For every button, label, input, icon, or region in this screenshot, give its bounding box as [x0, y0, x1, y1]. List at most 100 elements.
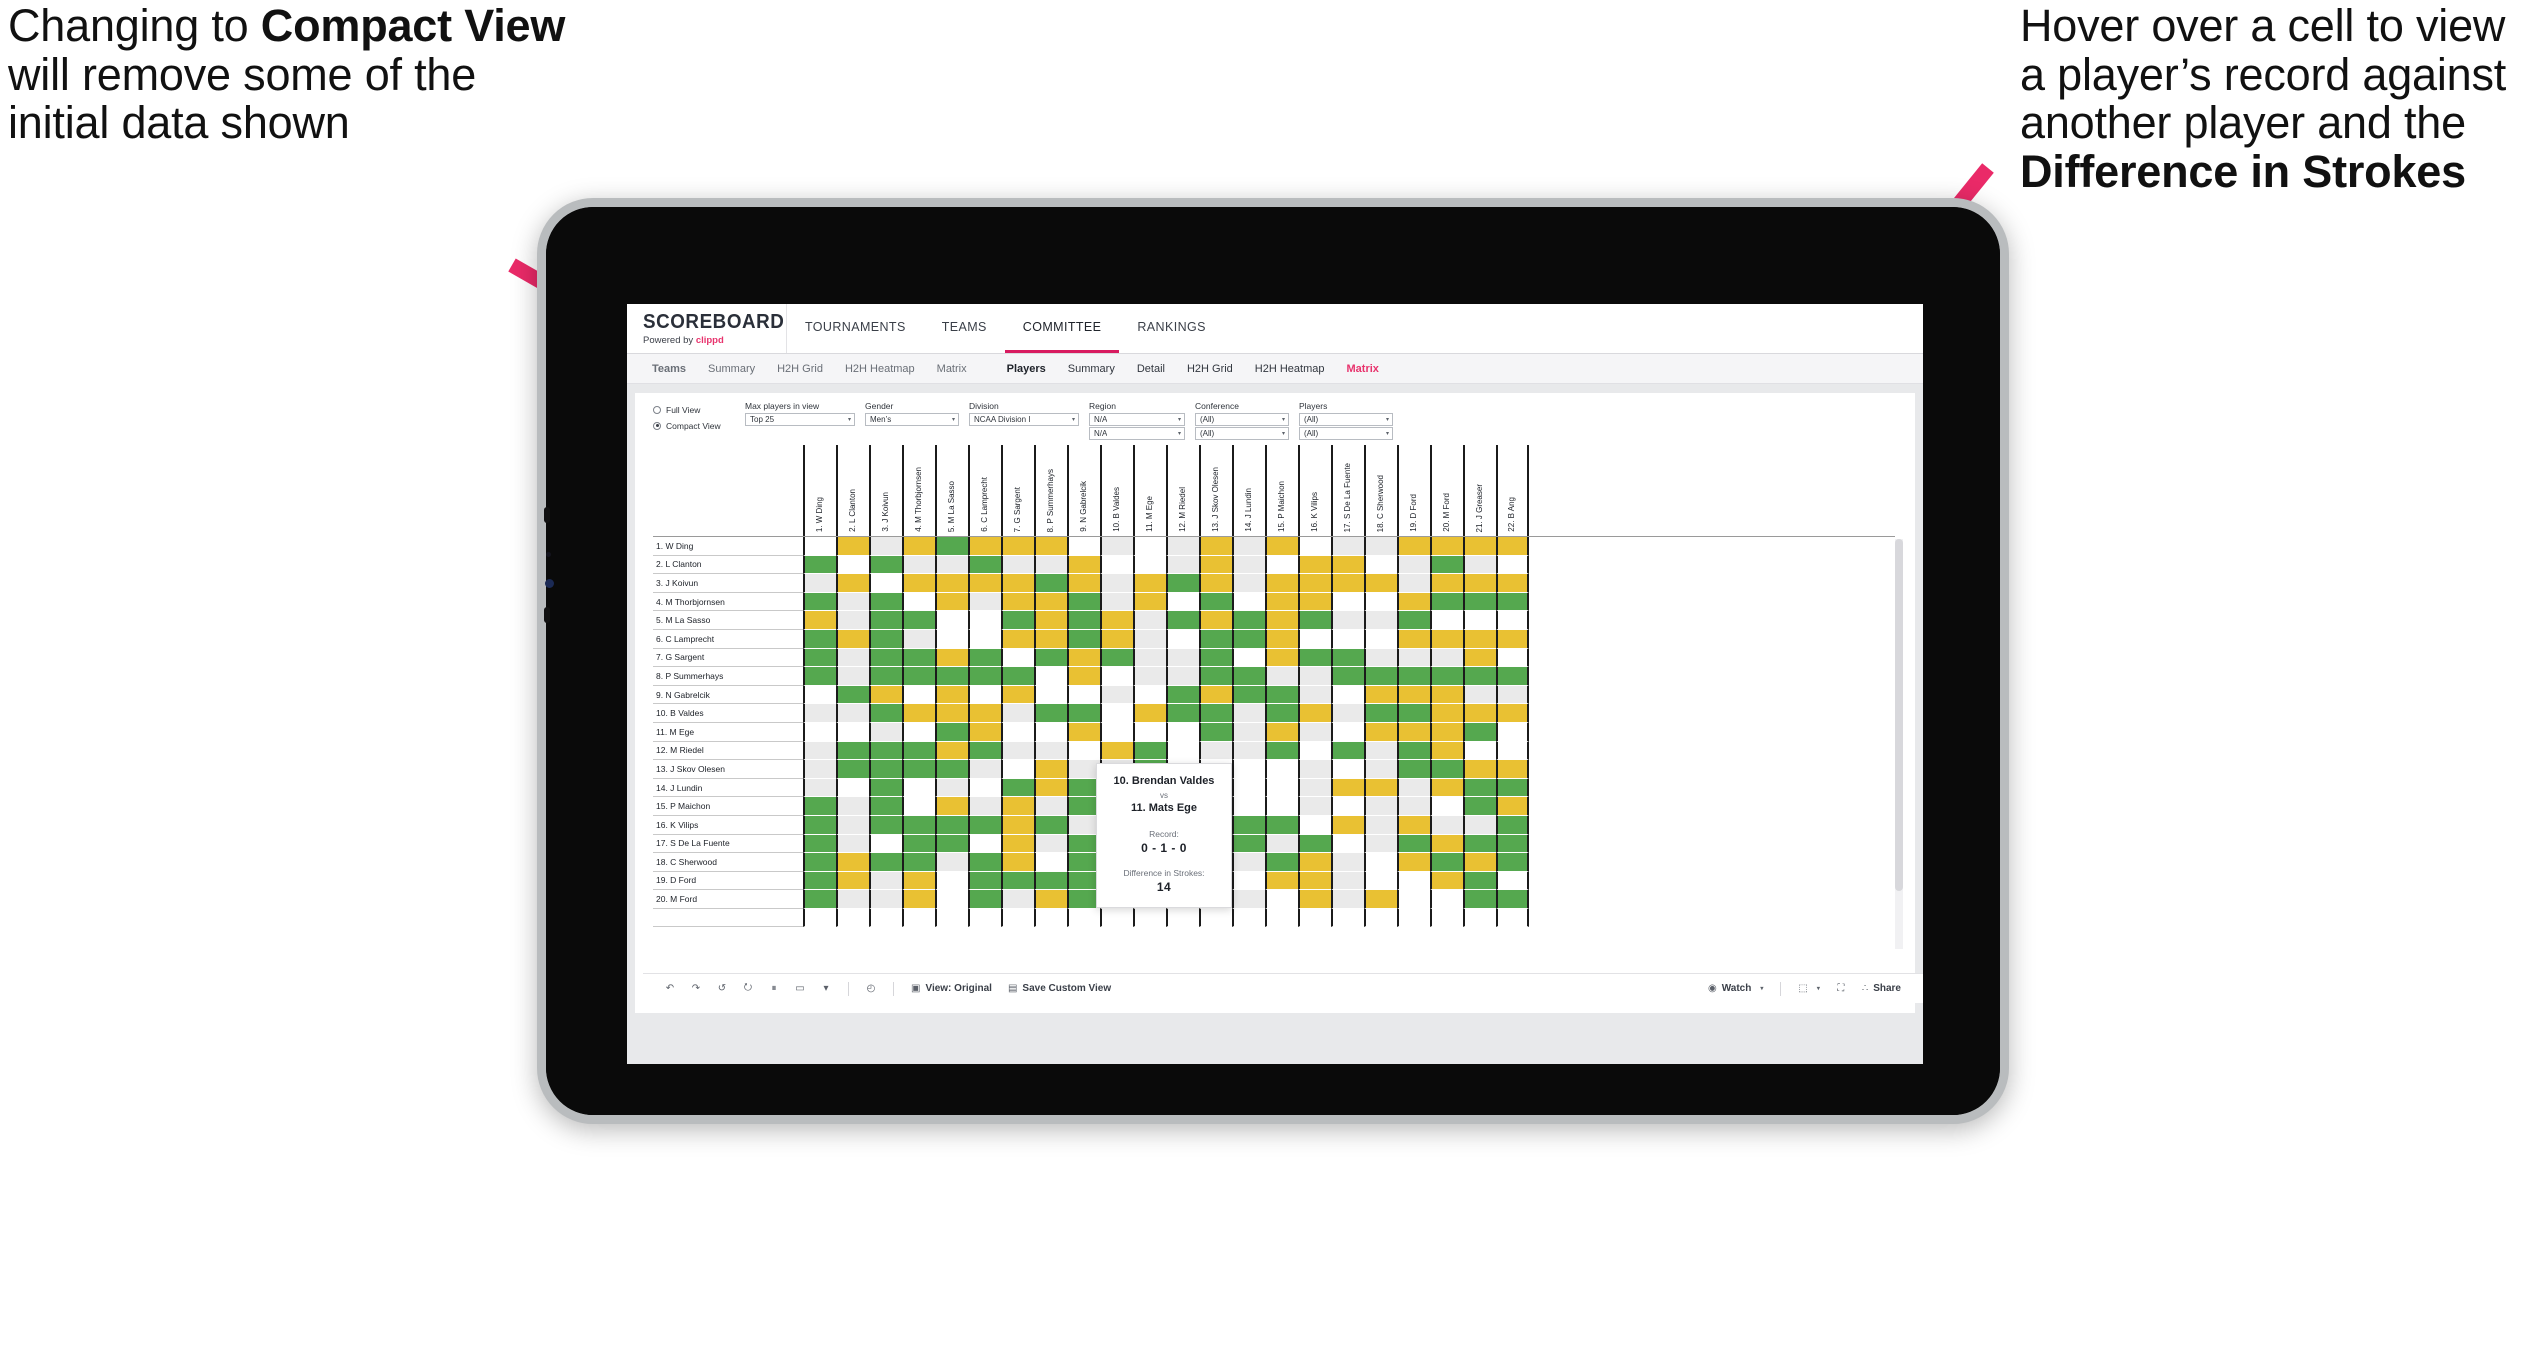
- matrix-cell[interactable]: [1496, 797, 1529, 816]
- chevron-down-icon[interactable]: ▾: [1282, 430, 1285, 437]
- chevron-down-icon[interactable]: ▾: [1072, 416, 1075, 423]
- matrix-cell[interactable]: [803, 815, 836, 835]
- matrix-vertical-scroll-thumb[interactable]: [1895, 539, 1903, 891]
- matrix-cell[interactable]: [1265, 574, 1298, 593]
- matrix-cell[interactable]: [1430, 648, 1463, 668]
- matrix-cell[interactable]: [1496, 592, 1529, 612]
- matrix-cell[interactable]: [1496, 890, 1529, 909]
- subnav-item-detail[interactable]: Detail: [1126, 363, 1176, 375]
- matrix-cell[interactable]: [1397, 555, 1430, 575]
- matrix-cell[interactable]: [1100, 537, 1133, 556]
- matrix-cell[interactable]: [1001, 853, 1034, 872]
- matrix-cell[interactable]: [1397, 648, 1430, 668]
- matrix-cell[interactable]: [935, 592, 968, 612]
- matrix-cell[interactable]: [1364, 648, 1397, 668]
- matrix-cell[interactable]: [902, 778, 935, 798]
- matrix-cell[interactable]: [1463, 741, 1496, 761]
- matrix-cell[interactable]: [1298, 853, 1331, 872]
- matrix-cell[interactable]: [803, 760, 836, 779]
- matrix-cell[interactable]: [1265, 629, 1298, 649]
- matrix-row-header[interactable]: 15. P Maichon: [653, 797, 803, 816]
- matrix-cell[interactable]: [803, 834, 836, 854]
- chevron-down-icon[interactable]: ▾: [952, 416, 955, 423]
- matrix-col-header[interactable]: 10. B Valdes: [1100, 445, 1133, 536]
- matrix-cell[interactable]: [1298, 797, 1331, 816]
- matrix-col-header[interactable]: 5. M La Sasso: [935, 445, 968, 536]
- matrix-cell[interactable]: [1199, 741, 1232, 761]
- matrix-cell[interactable]: [836, 629, 869, 649]
- matrix-cell[interactable]: [1232, 797, 1265, 816]
- matrix-cell[interactable]: [1067, 592, 1100, 612]
- matrix-cell[interactable]: [1364, 722, 1397, 742]
- matrix-cell[interactable]: [1430, 834, 1463, 854]
- matrix-col-header[interactable]: 8. P Summerhays: [1034, 445, 1067, 536]
- matrix-cell[interactable]: [1034, 648, 1067, 668]
- undo-icon[interactable]: ↶: [657, 976, 683, 1002]
- matrix-cell[interactable]: [1265, 853, 1298, 872]
- matrix-cell[interactable]: [803, 592, 836, 612]
- matrix-cell[interactable]: [836, 760, 869, 779]
- topnav-item-teams[interactable]: TEAMS: [924, 304, 1005, 353]
- matrix-cell[interactable]: [836, 778, 869, 798]
- matrix-cell[interactable]: [968, 722, 1001, 742]
- matrix-cell[interactable]: [1001, 611, 1034, 630]
- matrix-cell[interactable]: [869, 574, 902, 593]
- matrix-cell[interactable]: [968, 555, 1001, 575]
- matrix-cell[interactable]: [1100, 592, 1133, 612]
- matrix-cell[interactable]: [803, 778, 836, 798]
- matrix-col-header[interactable]: 18. C Sherwood: [1364, 445, 1397, 536]
- matrix-cell[interactable]: [869, 537, 902, 556]
- subnav-item-summary[interactable]: Summary: [697, 363, 766, 375]
- matrix-cell[interactable]: [1298, 871, 1331, 891]
- matrix-cell[interactable]: [1364, 797, 1397, 816]
- matrix-cell[interactable]: [1298, 741, 1331, 761]
- matrix-cell[interactable]: [1397, 629, 1430, 649]
- matrix-cell[interactable]: [836, 611, 869, 630]
- matrix-cell[interactable]: [836, 555, 869, 575]
- matrix-cell[interactable]: [935, 890, 968, 909]
- matrix-cell[interactable]: [1364, 890, 1397, 909]
- matrix-col-header[interactable]: 3. J Koivun: [869, 445, 902, 536]
- matrix-row-header[interactable]: 6. C Lamprecht: [653, 630, 803, 649]
- matrix-cell[interactable]: [1100, 611, 1133, 630]
- matrix-cell[interactable]: [1100, 667, 1133, 686]
- matrix-cell[interactable]: [1364, 815, 1397, 835]
- matrix-cell[interactable]: [1232, 685, 1265, 705]
- matrix-cell[interactable]: [869, 648, 902, 668]
- matrix-cell[interactable]: [869, 592, 902, 612]
- matrix-cell[interactable]: [1001, 648, 1034, 668]
- matrix-cell[interactable]: [1496, 704, 1529, 723]
- matrix-cell[interactable]: [803, 667, 836, 686]
- matrix-col-header[interactable]: 21. J Greaser: [1463, 445, 1496, 536]
- matrix-cell[interactable]: [1298, 629, 1331, 649]
- matrix-row-header[interactable]: 8. P Summerhays: [653, 667, 803, 686]
- matrix-cell[interactable]: [1397, 834, 1430, 854]
- matrix-cell[interactable]: [1232, 778, 1265, 798]
- matrix-cell[interactable]: [1265, 667, 1298, 686]
- matrix-cell[interactable]: [803, 574, 836, 593]
- matrix-cell[interactable]: [1496, 760, 1529, 779]
- tablet-button-volume-down[interactable]: [544, 607, 550, 623]
- matrix-cell[interactable]: [1364, 555, 1397, 575]
- matrix-cell[interactable]: [869, 815, 902, 835]
- matrix-cell[interactable]: [902, 722, 935, 742]
- matrix-cell[interactable]: [1397, 760, 1430, 779]
- matrix-cell[interactable]: [803, 611, 836, 630]
- matrix-cell[interactable]: [968, 834, 1001, 854]
- matrix-cell[interactable]: [1034, 704, 1067, 723]
- matrix-cell[interactable]: [1166, 537, 1199, 556]
- matrix-cell[interactable]: [869, 834, 902, 854]
- matrix-cell[interactable]: [1067, 537, 1100, 556]
- matrix-cell[interactable]: [1199, 704, 1232, 723]
- matrix-cell[interactable]: [902, 704, 935, 723]
- matrix-cell[interactable]: [803, 797, 836, 816]
- matrix-cell[interactable]: [836, 704, 869, 723]
- pause-updates-icon[interactable]: ⏸: [761, 976, 787, 1002]
- matrix-cell[interactable]: [1199, 685, 1232, 705]
- matrix-vertical-scrollbar[interactable]: [1895, 539, 1903, 949]
- matrix-cell[interactable]: [836, 834, 869, 854]
- matrix-cell[interactable]: [902, 611, 935, 630]
- matrix-cell[interactable]: [1265, 685, 1298, 705]
- matrix-cell[interactable]: [803, 853, 836, 872]
- matrix-col-header[interactable]: 9. N Gabrelcik: [1067, 445, 1100, 536]
